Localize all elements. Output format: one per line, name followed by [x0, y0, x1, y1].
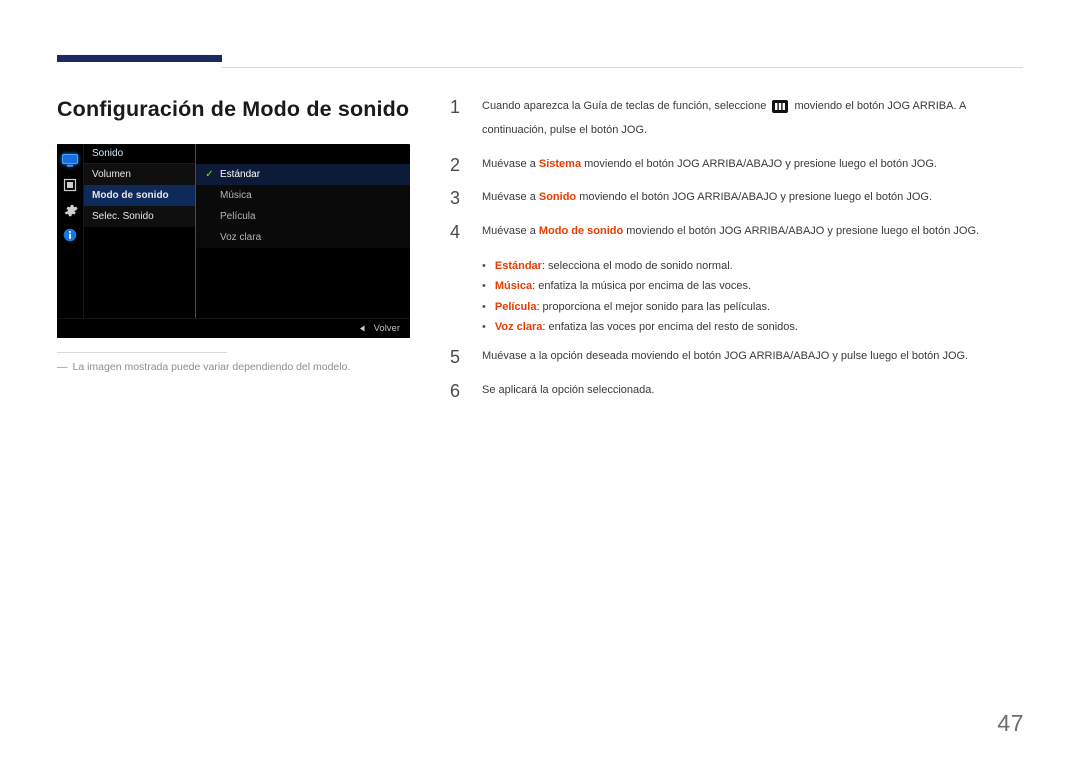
- top-rule: [222, 67, 1023, 68]
- osd-section-header: Sonido: [84, 144, 195, 164]
- step-item: 6 Se aplicará la opción seleccionada.: [450, 381, 1023, 401]
- osd-option-label: Estándar: [220, 169, 260, 180]
- osd-back-label[interactable]: Volver: [374, 323, 400, 334]
- osd-option-label: Película: [220, 211, 256, 222]
- triangle-left-icon: [359, 325, 366, 332]
- step-item: 2 Muévase a Sistema moviendo el botón JO…: [450, 155, 1023, 175]
- osd-option-item[interactable]: ✓Música: [196, 185, 410, 206]
- caption-rule: [57, 352, 227, 353]
- osd-option-item[interactable]: ✓Película: [196, 206, 410, 227]
- steps-list-cont: 5 Muévase a la opción deseada moviendo e…: [450, 347, 1023, 401]
- image-disclaimer: ―La imagen mostrada puede variar dependi…: [57, 359, 410, 375]
- osd-icon-rail: [57, 144, 84, 318]
- monitor-icon: [62, 152, 78, 168]
- osd-menu-item[interactable]: Modo de sonido: [84, 185, 195, 206]
- step-number: 1: [450, 97, 464, 116]
- step-number: 4: [450, 222, 464, 241]
- osd-pane-menu: Sonido Volumen Modo de sonido Selec. Son…: [84, 144, 196, 318]
- top-accent-bar: [57, 55, 222, 62]
- step-text: Muévase a Sonido moviendo el botón JOG A…: [482, 188, 932, 208]
- osd-option-label: Música: [220, 190, 252, 201]
- osd-menu-item[interactable]: Selec. Sonido: [84, 206, 195, 227]
- step-text: Muévase a Sistema moviendo el botón JOG …: [482, 155, 937, 175]
- steps-list: 1 Cuando aparezca la Guía de teclas de f…: [450, 97, 1023, 242]
- bullet-item: Estándar: selecciona el modo de sonido n…: [482, 256, 1023, 276]
- bullet-item: Música: enfatiza la música por encima de…: [482, 276, 1023, 296]
- info-icon: [62, 227, 78, 243]
- step-item: 1 Cuando aparezca la Guía de teclas de f…: [450, 97, 1023, 141]
- osd-option-label: Voz clara: [220, 232, 261, 243]
- mode-descriptions: Estándar: selecciona el modo de sonido n…: [482, 256, 1023, 337]
- page-title: Configuración de Modo de sonido: [57, 97, 410, 122]
- osd-pane-options: ✓Estándar ✓Música ✓Película ✓Voz clara: [196, 144, 410, 318]
- step-text: Muévase a Modo de sonido moviendo el bot…: [482, 222, 979, 242]
- osd-option-item[interactable]: ✓Voz clara: [196, 227, 410, 248]
- osd-option-item[interactable]: ✓Estándar: [196, 164, 410, 185]
- step-number: 3: [450, 188, 464, 207]
- osd-preview: Sonido Volumen Modo de sonido Selec. Son…: [57, 144, 410, 338]
- step-item: 4 Muévase a Modo de sonido moviendo el b…: [450, 222, 1023, 242]
- step-text: Cuando aparezca la Guía de teclas de fun…: [482, 97, 1023, 141]
- menu-icon: [772, 100, 788, 121]
- gear-icon: [62, 202, 78, 218]
- osd-menu-item[interactable]: Volumen: [84, 164, 195, 185]
- bullet-item: Voz clara: enfatiza las voces por encima…: [482, 317, 1023, 337]
- step-number: 6: [450, 381, 464, 400]
- step-number: 5: [450, 347, 464, 366]
- step-text: Se aplicará la opción seleccionada.: [482, 381, 654, 401]
- page-number: 47: [997, 710, 1024, 737]
- step-item: 3 Muévase a Sonido moviendo el botón JOG…: [450, 188, 1023, 208]
- step-number: 2: [450, 155, 464, 174]
- step-item: 5 Muévase a la opción deseada moviendo e…: [450, 347, 1023, 367]
- bullet-item: Película: proporciona el mejor sonido pa…: [482, 297, 1023, 317]
- frame-icon: [62, 177, 78, 193]
- step-text: Muévase a la opción deseada moviendo el …: [482, 347, 968, 367]
